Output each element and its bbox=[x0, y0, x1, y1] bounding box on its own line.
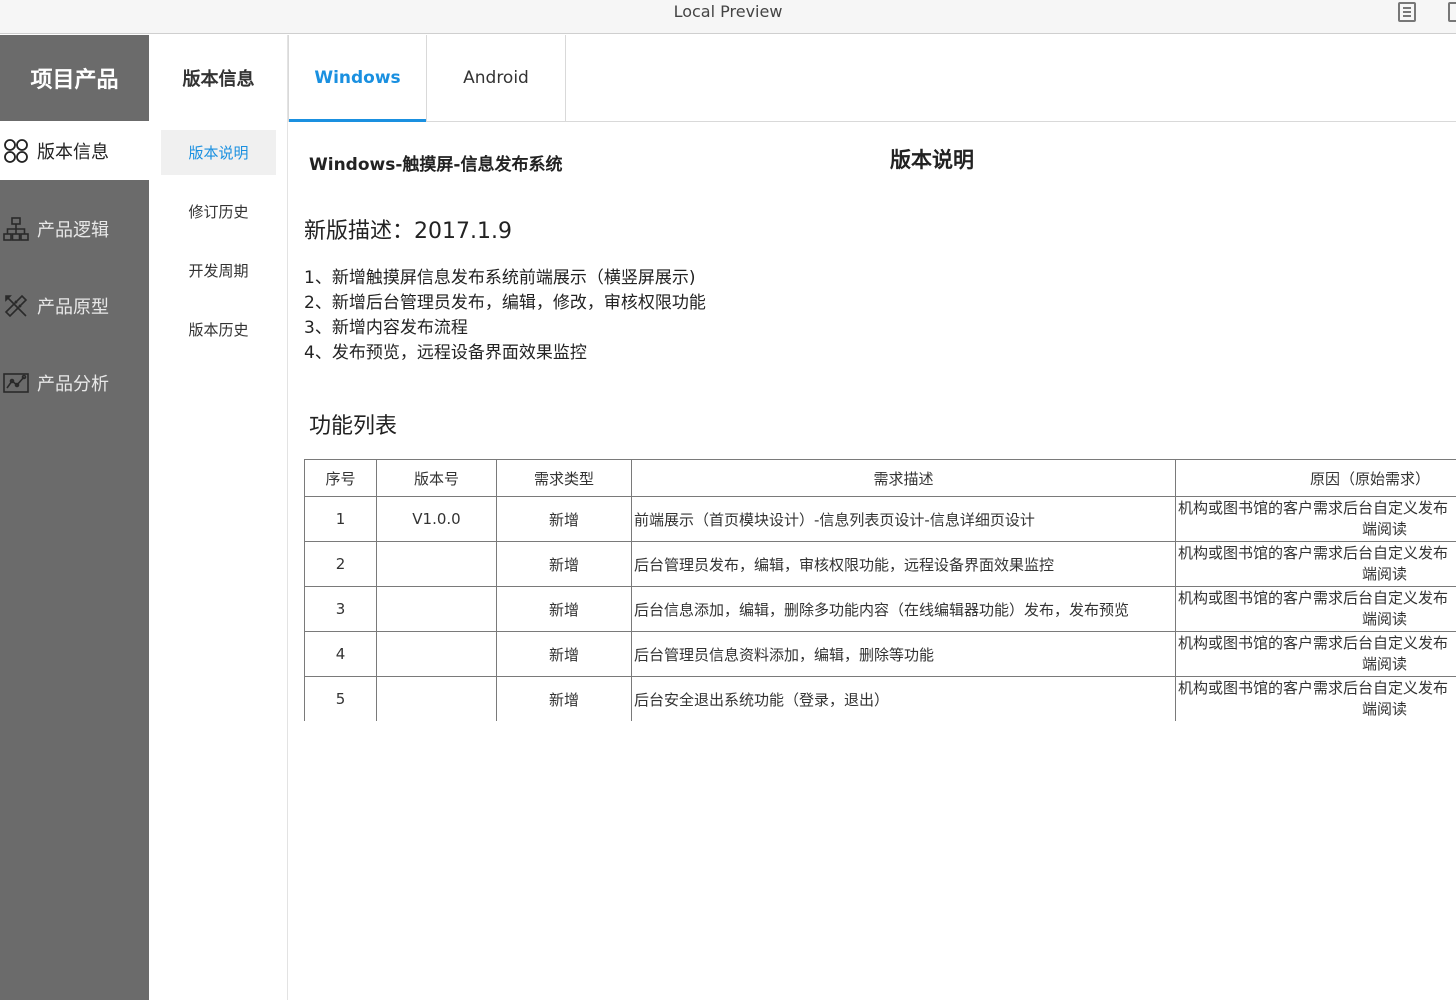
sidebar-item-product-analysis[interactable]: 产品分析 bbox=[0, 353, 149, 412]
cell-type: 新增 bbox=[496, 586, 632, 632]
cell-no: 2 bbox=[304, 541, 377, 587]
cell-type: 新增 bbox=[496, 676, 632, 721]
feature-table-container: 序号 版本号 需求类型 需求描述 原因（原始需求） 1 V1.0.0 新增 前端… bbox=[304, 459, 1456, 721]
sidebar-item-label: 产品原型 bbox=[37, 296, 109, 318]
tab-windows[interactable]: Windows bbox=[288, 35, 427, 122]
sidebar-item-label: 产品逻辑 bbox=[37, 219, 109, 241]
expand-icon[interactable] bbox=[1448, 2, 1456, 22]
subnav-title: 版本信息 bbox=[182, 69, 255, 90]
reason-line: 端阅读 bbox=[1362, 610, 1408, 628]
reason-line: 机构或图书馆的客户需求后台自定义发布 bbox=[1178, 499, 1449, 517]
subnav-item-revision-history[interactable]: 修订历史 bbox=[161, 189, 276, 234]
sub-navigation: 版本信息 版本说明 修订历史 开发周期 版本历史 bbox=[149, 35, 288, 1000]
list-item: 3、新增内容发布流程 bbox=[304, 318, 468, 338]
cell-description: 后台管理员信息资料添加，编辑，删除等功能 bbox=[631, 631, 1176, 677]
cell-reason: 机构或图书馆的客户需求后台自定义发布端阅读 bbox=[1175, 586, 1456, 632]
sidebar-item-product-prototype[interactable]: 产品原型 bbox=[0, 276, 149, 335]
cell-type: 新增 bbox=[496, 496, 632, 542]
cell-version bbox=[376, 631, 497, 677]
table-row: 3 新增 后台信息添加，编辑，删除多功能内容（在线编辑器功能）发布，发布预览 机… bbox=[304, 586, 1456, 632]
design-tools-icon bbox=[2, 292, 30, 320]
table-row: 4 新增 后台管理员信息资料添加，编辑，删除等功能 机构或图书馆的客户需求后台自… bbox=[304, 631, 1456, 677]
reason-line: 机构或图书馆的客户需求后台自定义发布 bbox=[1178, 679, 1449, 697]
cell-reason: 机构或图书馆的客户需求后台自定义发布端阅读 bbox=[1175, 496, 1456, 542]
cell-description: 后台管理员发布，编辑，审核权限功能，远程设备界面效果监控 bbox=[631, 541, 1176, 587]
subnav-item-version-history[interactable]: 版本历史 bbox=[161, 307, 276, 352]
column-header: 原因（原始需求） bbox=[1175, 459, 1456, 497]
cell-reason: 机构或图书馆的客户需求后台自定义发布端阅读 bbox=[1175, 676, 1456, 721]
reason-line: 机构或图书馆的客户需求后台自定义发布 bbox=[1178, 544, 1449, 562]
list-item: 1、新增触摸屏信息发布系统前端展示（横竖屏展示) bbox=[304, 268, 696, 288]
notes-icon[interactable] bbox=[1398, 2, 1416, 22]
cell-description: 后台信息添加，编辑，删除多功能内容（在线编辑器功能）发布，发布预览 bbox=[631, 586, 1176, 632]
reason-line: 端阅读 bbox=[1362, 565, 1408, 583]
sidebar-brand: 项目产品 bbox=[30, 68, 119, 93]
cell-no: 3 bbox=[304, 586, 377, 632]
cell-version bbox=[376, 541, 497, 587]
cell-no: 4 bbox=[304, 631, 377, 677]
cell-version: V1.0.0 bbox=[376, 496, 497, 542]
sidebar-item-version-info[interactable]: 版本信息 bbox=[0, 121, 149, 180]
grid-circles-icon bbox=[2, 137, 30, 165]
subnav-item-version-notes[interactable]: 版本说明 bbox=[161, 130, 276, 175]
cell-version bbox=[376, 676, 497, 721]
page-title: 版本说明 bbox=[890, 148, 974, 172]
feature-table: 序号 版本号 需求类型 需求描述 原因（原始需求） 1 V1.0.0 新增 前端… bbox=[304, 459, 1456, 721]
reason-line: 端阅读 bbox=[1362, 700, 1408, 718]
sidebar-item-product-logic[interactable]: 产品逻辑 bbox=[0, 199, 149, 258]
reason-line: 机构或图书馆的客户需求后台自定义发布 bbox=[1178, 589, 1449, 607]
features-heading: 功能列表 bbox=[309, 414, 398, 439]
cell-reason: 机构或图书馆的客户需求后台自定义发布端阅读 bbox=[1175, 541, 1456, 587]
platform-tabs: Windows Android bbox=[288, 35, 1456, 122]
column-header: 版本号 bbox=[376, 459, 497, 497]
main-sidebar: 项目产品 版本信息 产品逻辑 产品原型 产品分析 bbox=[0, 35, 149, 1000]
window-title: Local Preview bbox=[673, 2, 783, 21]
table-header-row: 序号 版本号 需求类型 需求描述 原因（原始需求） bbox=[304, 459, 1456, 497]
cell-reason: 机构或图书馆的客户需求后台自定义发布端阅读 bbox=[1175, 631, 1456, 677]
column-header: 序号 bbox=[304, 459, 377, 497]
table-row: 2 新增 后台管理员发布，编辑，审核权限功能，远程设备界面效果监控 机构或图书馆… bbox=[304, 541, 1456, 587]
cell-no: 1 bbox=[304, 496, 377, 542]
column-header: 需求类型 bbox=[496, 459, 632, 497]
reason-line: 端阅读 bbox=[1362, 655, 1408, 673]
org-chart-icon bbox=[2, 215, 30, 243]
sidebar-item-label: 产品分析 bbox=[37, 373, 109, 395]
cell-version bbox=[376, 586, 497, 632]
table-row: 1 V1.0.0 新增 前端展示（首页模块设计）-信息列表页设计-信息详细页设计… bbox=[304, 496, 1456, 542]
reason-line: 端阅读 bbox=[1362, 520, 1408, 538]
cell-type: 新增 bbox=[496, 541, 632, 587]
release-notes-list: 1、新增触摸屏信息发布系统前端展示（横竖屏展示) 2、新增后台管理员发布，编辑，… bbox=[304, 266, 706, 366]
subnav-item-dev-cycle[interactable]: 开发周期 bbox=[161, 248, 276, 293]
sidebar-item-label: 版本信息 bbox=[37, 141, 109, 163]
cell-type: 新增 bbox=[496, 631, 632, 677]
list-item: 4、发布预览，远程设备界面效果监控 bbox=[304, 343, 587, 363]
reason-line: 机构或图书馆的客户需求后台自定义发布 bbox=[1178, 634, 1449, 652]
table-row: 5 新增 后台安全退出系统功能（登录，退出） 机构或图书馆的客户需求后台自定义发… bbox=[304, 676, 1456, 721]
cell-no: 5 bbox=[304, 676, 377, 721]
analytics-chart-icon bbox=[2, 369, 30, 397]
cell-description: 后台安全退出系统功能（登录，退出） bbox=[631, 676, 1176, 721]
doc-subtitle: Windows-触摸屏-信息发布系统 bbox=[309, 155, 563, 175]
cell-description: 前端展示（首页模块设计）-信息列表页设计-信息详细页设计 bbox=[631, 496, 1176, 542]
list-item: 2、新增后台管理员发布，编辑，修改，审核权限功能 bbox=[304, 293, 706, 313]
window-titlebar: Local Preview bbox=[0, 0, 1456, 34]
release-description-heading: 新版描述：2017.1.9 bbox=[304, 219, 512, 244]
tab-android[interactable]: Android bbox=[427, 35, 566, 121]
column-header: 需求描述 bbox=[631, 459, 1176, 497]
